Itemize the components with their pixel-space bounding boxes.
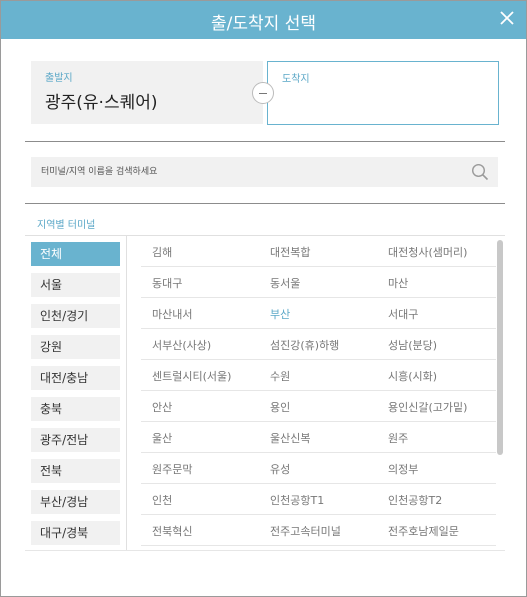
- terminal-item[interactable]: 인천공항T1: [270, 492, 324, 508]
- terminal-item[interactable]: 안산: [152, 399, 172, 415]
- region-item-gangwon[interactable]: 강원: [31, 335, 120, 359]
- terminal-item[interactable]: 전주호남제일문: [388, 523, 459, 539]
- region-item-chungbuk[interactable]: 충북: [31, 397, 120, 421]
- terminal-select-dialog: 출/도착지 선택 출발지 광주(유·스퀘어) 도착지 지역별 터미널 전체 서울…: [0, 0, 527, 597]
- table-row: 동대구 동서울 마산: [141, 267, 496, 298]
- arrival-field[interactable]: 도착지: [267, 61, 499, 125]
- table-row: 전북혁신 전주고속터미널 전주호남제일문: [141, 515, 496, 546]
- region-item-daejeon-chungnam[interactable]: 대전/충남: [31, 366, 120, 390]
- divider: [25, 203, 505, 204]
- table-row: 마산내서 부산 서대구: [141, 298, 496, 329]
- terminal-item[interactable]: 부산: [270, 306, 290, 322]
- terminal-item[interactable]: 울산신복: [270, 430, 310, 446]
- section-label: 지역별 터미널: [37, 220, 96, 231]
- terminal-item[interactable]: 동서울: [270, 275, 300, 291]
- terminal-item[interactable]: 원주문막: [152, 461, 192, 477]
- region-item-all[interactable]: 전체: [31, 242, 120, 266]
- terminal-item[interactable]: 센트럴시티(서울): [152, 368, 231, 384]
- terminal-item[interactable]: 대전복합: [270, 244, 310, 260]
- terminal-item[interactable]: 서부산(사상): [152, 337, 211, 353]
- scrollbar-thumb[interactable]: [497, 240, 503, 455]
- table-row: [141, 546, 496, 549]
- arrival-label: 도착지: [282, 74, 310, 85]
- divider: [126, 236, 127, 551]
- terminal-item[interactable]: 인천: [152, 492, 172, 508]
- terminal-item[interactable]: 마산: [388, 275, 408, 291]
- terminal-item[interactable]: 유성: [270, 461, 290, 477]
- terminal-item[interactable]: 용인신갈(고가밑): [388, 399, 467, 415]
- departure-label: 출발지: [45, 73, 73, 84]
- table-row: 서부산(사상) 섬진강(휴)하행 성남(분당): [141, 329, 496, 360]
- departure-field[interactable]: 출발지 광주(유·스퀘어): [31, 61, 263, 124]
- terminal-item[interactable]: 용인: [270, 399, 290, 415]
- table-row: 센트럴시티(서울) 수원 시흥(시화): [141, 360, 496, 391]
- terminal-item[interactable]: 섬진강(휴)하행: [270, 337, 339, 353]
- terminal-item[interactable]: 김해: [152, 244, 172, 260]
- divider: [25, 141, 505, 142]
- search-icon[interactable]: [471, 163, 489, 181]
- region-item-jeonbuk[interactable]: 전북: [31, 459, 120, 483]
- dialog-header: 출/도착지 선택: [1, 1, 526, 39]
- table-row: 안산 용인 용인신갈(고가밑): [141, 391, 496, 422]
- region-item-busan-gyeongnam[interactable]: 부산/경남: [31, 490, 120, 514]
- search-box: [31, 157, 498, 187]
- terminal-item[interactable]: 의정부: [388, 461, 418, 477]
- terminal-item[interactable]: 대전청사(샘머리): [388, 244, 467, 260]
- divider: [25, 550, 505, 551]
- table-row: 김해 대전복합 대전청사(샘머리): [141, 236, 496, 267]
- terminal-item[interactable]: 시흥(시화): [388, 368, 437, 384]
- terminal-item[interactable]: 마산내서: [152, 306, 192, 322]
- table-row: 인천 인천공항T1 인천공항T2: [141, 484, 496, 515]
- region-item-daegu-gyeongbuk[interactable]: 대구/경북: [31, 521, 120, 545]
- terminal-item[interactable]: 전주고속터미널: [270, 523, 341, 539]
- region-item-seoul[interactable]: 서울: [31, 273, 120, 297]
- terminal-item[interactable]: 동대구: [152, 275, 182, 291]
- table-row: 울산 울산신복 원주: [141, 422, 496, 453]
- swap-icon[interactable]: [252, 82, 274, 104]
- terminal-list: 김해 대전복합 대전청사(샘머리) 동대구 동서울 마산 마산내서 부산 서대구…: [141, 236, 496, 549]
- search-input[interactable]: [31, 157, 461, 187]
- terminal-item[interactable]: 원주: [388, 430, 408, 446]
- region-list: 전체 서울 인천/경기 강원 대전/충남 충북 광주/전남 전북 부산/경남 대…: [31, 242, 120, 552]
- terminal-item[interactable]: 수원: [270, 368, 290, 384]
- terminal-item[interactable]: 인천공항T2: [388, 492, 442, 508]
- terminal-item[interactable]: 서대구: [388, 306, 418, 322]
- table-row: 원주문막 유성 의정부: [141, 453, 496, 484]
- region-item-gwangju-jeonnam[interactable]: 광주/전남: [31, 428, 120, 452]
- terminal-item[interactable]: 성남(분당): [388, 337, 437, 353]
- departure-value: 광주(유·스퀘어): [45, 93, 158, 113]
- close-icon[interactable]: [497, 7, 517, 29]
- terminal-item[interactable]: 울산: [152, 430, 172, 446]
- region-item-incheon-gyeonggi[interactable]: 인천/경기: [31, 304, 120, 328]
- terminal-item[interactable]: 전북혁신: [152, 523, 192, 539]
- dialog-title: 출/도착지 선택: [211, 14, 316, 34]
